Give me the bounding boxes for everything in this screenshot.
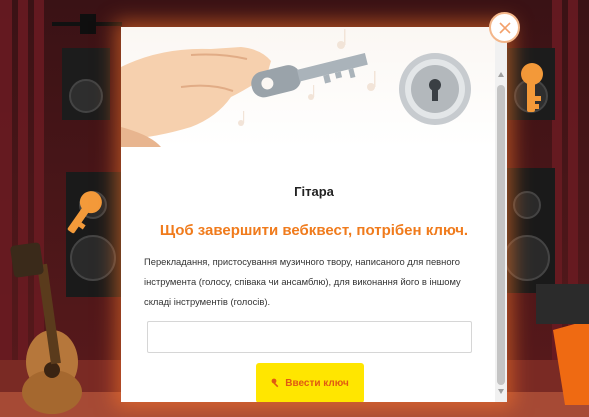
game-stage: Гітара Щоб завершити вебквест, потрібен … (0, 0, 589, 417)
scroll-up-arrow-icon[interactable] (497, 71, 505, 79)
quest-message: Щоб завершити вебквест, потрібен ключ. (159, 222, 469, 239)
scroll-down-arrow-icon[interactable] (497, 387, 505, 395)
clue-text: Перекладання, пристосування музичного тв… (144, 256, 461, 307)
scrollbar-thumb[interactable] (497, 85, 505, 385)
hand-key-lock-illustration (121, 29, 471, 147)
submit-key-button[interactable]: Ввести ключ (256, 363, 364, 402)
banner-illustration (121, 27, 507, 147)
close-icon (498, 21, 511, 34)
key-icon (271, 378, 279, 388)
key-input[interactable] (147, 321, 472, 353)
close-button[interactable] (489, 12, 520, 43)
quest-modal: Гітара Щоб завершити вебквест, потрібен … (121, 27, 507, 402)
submit-key-label: Ввести ключ (285, 377, 349, 389)
game-title: Гітара (294, 184, 334, 199)
